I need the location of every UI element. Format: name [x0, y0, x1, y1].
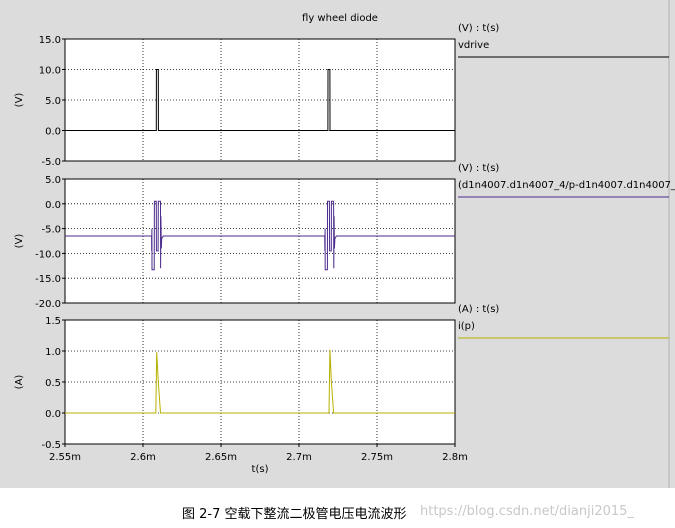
- y-tick-label: 0.5: [45, 378, 61, 389]
- legend-series-name: i(p): [458, 321, 475, 332]
- y-tick-label: -20.0: [35, 299, 61, 310]
- legend-series-name: (d1n4007.d1n4007_4/p-d1n4007.d1n4007_4/n…: [458, 180, 675, 191]
- plot-frame: fly wheel diode 15.0 10.0 5.0 0.0 -5.0 (V) (V)…: [0, 0, 675, 488]
- x-tick-label: 2.75m: [361, 452, 393, 463]
- watermark: https://blog.csdn.net/dianji2015_: [420, 504, 634, 519]
- plot-area: [64, 178, 456, 304]
- legend-header: (V) : t(s): [458, 23, 499, 34]
- legend-header: (A) : t(s): [458, 304, 499, 315]
- y-axis-label: (V): [14, 234, 25, 249]
- chart-title: fly wheel diode: [302, 13, 378, 24]
- y-tick-label: -5.0: [41, 225, 61, 236]
- y-axis-label: (A): [14, 375, 25, 390]
- legend-header: (V) : t(s): [458, 163, 499, 174]
- y-tick-label: 1.5: [45, 316, 61, 327]
- x-tick-label: 2.65m: [205, 452, 237, 463]
- figure-caption-area: 图 2-7 空载下整流二极管电压电流波形 https://blog.csdn.n…: [0, 501, 675, 523]
- x-axis-label: t(s): [252, 464, 269, 475]
- y-tick-label: 1.0: [45, 347, 61, 358]
- x-tick-label: 2.55m: [49, 452, 81, 463]
- y-tick-label: 5.0: [45, 96, 61, 107]
- figure-caption: 图 2-7 空载下整流二极管电压电流波形: [182, 507, 407, 522]
- y-tick-label: -15.0: [35, 274, 61, 285]
- y-tick-label: 0.0: [45, 409, 61, 420]
- y-tick-label: -5.0: [41, 157, 61, 168]
- x-tick-label: 2.8m: [442, 452, 468, 463]
- x-tick-label: 2.7m: [286, 452, 312, 463]
- y-axis-label: (V): [14, 93, 25, 108]
- y-tick-label: 5.0: [45, 175, 61, 186]
- y-tick-label: -10.0: [35, 249, 61, 260]
- legend-series-name: vdrive: [458, 40, 489, 51]
- y-tick-label: -0.5: [41, 440, 61, 451]
- y-tick-label: 15.0: [39, 35, 61, 46]
- y-tick-label: 0.0: [45, 127, 61, 138]
- y-tick-label: 10.0: [39, 66, 61, 77]
- x-tick-label: 2.6m: [130, 452, 156, 463]
- y-tick-label: 0.0: [45, 200, 61, 211]
